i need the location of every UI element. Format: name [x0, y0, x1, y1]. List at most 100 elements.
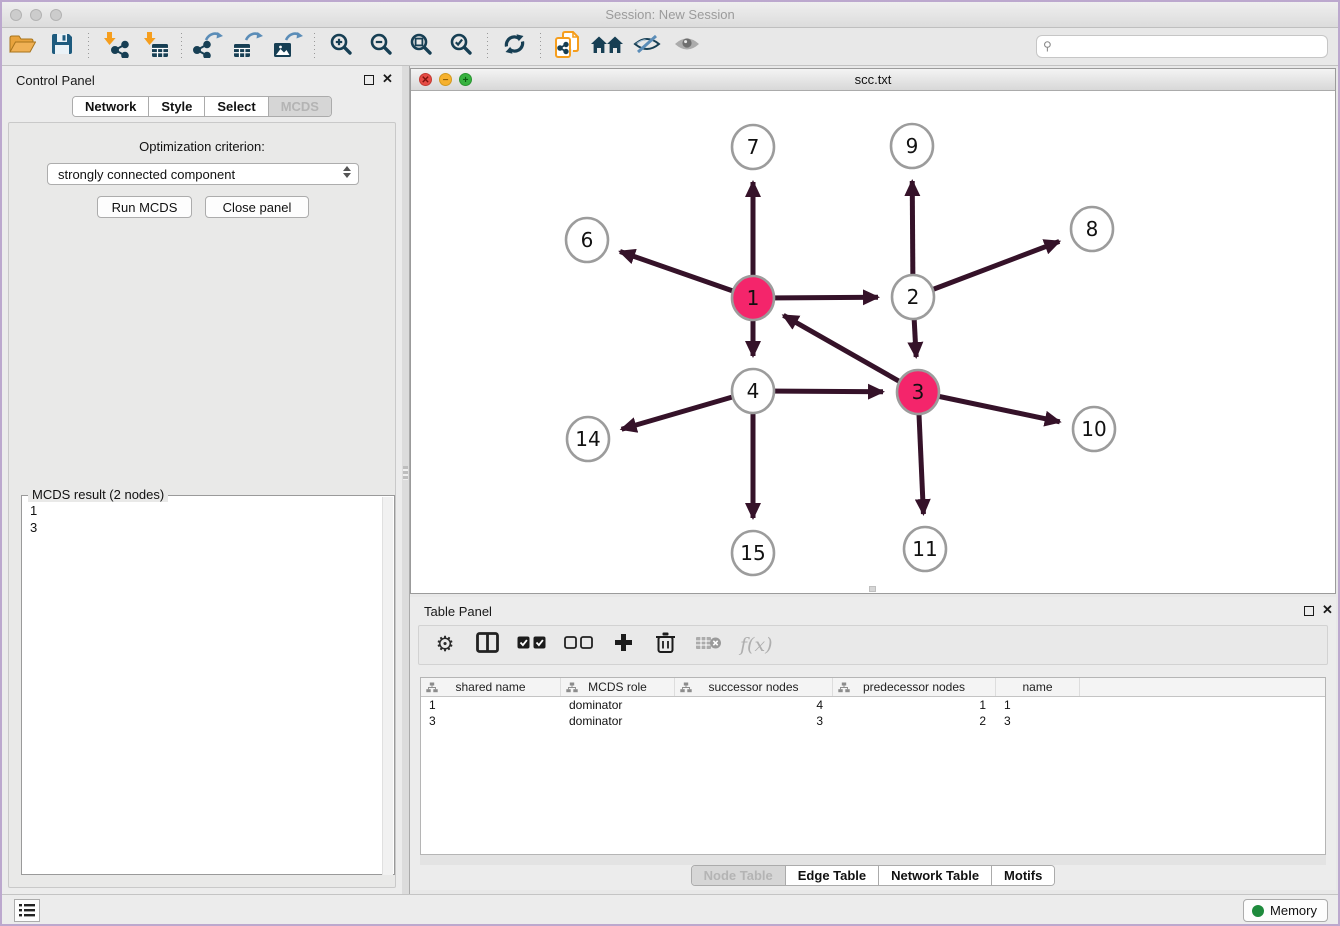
zoom-selected-button[interactable] — [441, 31, 481, 63]
close-table-panel-icon[interactable]: ✕ — [1322, 602, 1333, 618]
export-table-button[interactable] — [228, 31, 268, 63]
export-table-icon — [233, 31, 264, 63]
graph-node-1[interactable]: 1 — [732, 276, 774, 320]
table-row[interactable]: 3dominator323 — [421, 713, 1325, 729]
run-mcds-button[interactable]: Run MCDS — [97, 196, 192, 218]
save-session-icon — [50, 32, 74, 61]
close-panel-button[interactable]: Close panel — [205, 196, 309, 218]
home-button[interactable] — [587, 31, 627, 63]
table-row[interactable]: 1dominator411 — [421, 697, 1325, 713]
graph-node-11[interactable]: 11 — [904, 527, 946, 571]
table-cell[interactable]: 1 — [996, 697, 1080, 713]
tab-select[interactable]: Select — [205, 97, 268, 116]
table-horizontal-scrollbar[interactable] — [420, 855, 1326, 865]
search-input[interactable] — [1036, 35, 1328, 58]
zoom-out-button[interactable] — [361, 31, 401, 63]
task-history-button[interactable] — [14, 899, 40, 922]
show-all-icon — [673, 35, 701, 58]
zoom-fit-button[interactable] — [401, 31, 441, 63]
refresh-button[interactable] — [494, 31, 534, 63]
close-panel-icon[interactable]: ✕ — [382, 71, 393, 87]
import-network-button[interactable] — [95, 31, 135, 63]
table-cell[interactable]: 4 — [675, 697, 833, 713]
svg-text:10: 10 — [1081, 417, 1106, 441]
toolbar-separator — [88, 33, 89, 61]
table-cell[interactable]: 1 — [833, 697, 996, 713]
export-network-button[interactable] — [188, 31, 228, 63]
tab-network-table[interactable]: Network Table — [879, 866, 992, 885]
graph-node-3[interactable]: 3 — [897, 370, 939, 414]
criterion-dropdown[interactable]: strongly connected component — [47, 163, 359, 185]
graph-node-4[interactable]: 4 — [732, 369, 774, 413]
splitter-grip[interactable] — [403, 466, 408, 480]
hide-selected-button[interactable] — [627, 31, 667, 63]
mcds-panel: Optimization criterion: strongly connect… — [8, 122, 396, 888]
float-panel-icon[interactable] — [364, 75, 374, 85]
memory-button[interactable]: Memory — [1243, 899, 1328, 922]
svg-text:14: 14 — [575, 427, 600, 451]
deselect-all-button[interactable] — [564, 636, 593, 654]
table-cell[interactable]: 1 — [421, 697, 561, 713]
graph-node-9[interactable]: 9 — [891, 124, 933, 168]
table-cell[interactable]: 2 — [833, 713, 996, 729]
column-header-name[interactable]: name — [996, 678, 1080, 696]
tab-network[interactable]: Network — [73, 97, 149, 116]
clone-network-button[interactable] — [547, 31, 587, 63]
graph-node-14[interactable]: 14 — [567, 417, 609, 461]
network-titlebar[interactable]: ✕ − + scc.txt — [411, 69, 1335, 91]
add-column-button[interactable] — [611, 633, 635, 657]
svg-text:4: 4 — [747, 379, 760, 403]
graph-edge-2-8[interactable] — [913, 241, 1059, 297]
svg-text:8: 8 — [1086, 217, 1099, 241]
float-table-panel-icon[interactable] — [1304, 606, 1314, 616]
tab-bar: Node TableEdge TableNetwork TableMotifs — [691, 865, 1056, 886]
table-cell[interactable]: 3 — [421, 713, 561, 729]
table-cell[interactable]: dominator — [561, 713, 675, 729]
open-file-button[interactable] — [2, 31, 42, 63]
panel-splitter[interactable] — [402, 66, 410, 894]
tab-node-table[interactable]: Node Table — [692, 866, 786, 885]
graph-node-15[interactable]: 15 — [732, 531, 774, 575]
table-cell[interactable]: 3 — [675, 713, 833, 729]
network-window: ✕ − + scc.txt 7 9 6 8 1 2 4 3 14 10 15 11 — [410, 68, 1336, 594]
graph-node-2[interactable]: 2 — [892, 275, 934, 319]
split-columns-icon — [476, 632, 499, 658]
import-table-icon — [141, 31, 169, 63]
export-image-button[interactable] — [268, 31, 308, 63]
export-network-icon — [193, 31, 224, 63]
memory-status-icon — [1252, 905, 1264, 917]
graph-node-6[interactable]: 6 — [566, 218, 608, 262]
column-header-shared-name[interactable]: shared name — [421, 678, 561, 696]
delete-column-button[interactable] — [653, 631, 677, 659]
save-session-button[interactable] — [42, 31, 82, 63]
tab-style[interactable]: Style — [149, 97, 205, 116]
result-scrollbar[interactable] — [382, 497, 393, 875]
network-canvas[interactable]: 7 9 6 8 1 2 4 3 14 10 15 11 — [411, 91, 1335, 593]
graph-node-10[interactable]: 10 — [1073, 407, 1115, 451]
zoom-in-button[interactable] — [321, 31, 361, 63]
split-columns-button[interactable] — [475, 632, 499, 658]
export-image-icon — [273, 31, 304, 63]
search-wrap: ⚲ — [1036, 35, 1328, 58]
svg-text:7: 7 — [747, 135, 760, 159]
gear-button[interactable]: ⚙ — [433, 635, 457, 656]
import-table-button[interactable] — [135, 31, 175, 63]
tab-edge-table[interactable]: Edge Table — [786, 866, 879, 885]
tab-mcds[interactable]: MCDS — [269, 97, 331, 116]
graph-node-8[interactable]: 8 — [1071, 207, 1113, 251]
column-header-MCDS-role[interactable]: MCDS role — [561, 678, 675, 696]
column-header-predecessor-nodes[interactable]: predecessor nodes — [833, 678, 996, 696]
table-cell[interactable]: 3 — [996, 713, 1080, 729]
canvas-grip[interactable] — [869, 586, 876, 592]
table-cell[interactable]: dominator — [561, 697, 675, 713]
graph-edge-3-1[interactable] — [783, 315, 918, 392]
window-titlebar: Session: New Session — [2, 2, 1338, 28]
tab-motifs[interactable]: Motifs — [992, 866, 1054, 885]
show-all-button[interactable] — [667, 31, 707, 63]
graph-node-7[interactable]: 7 — [732, 125, 774, 169]
column-header-successor-nodes[interactable]: successor nodes — [675, 678, 833, 696]
optimization-label: Optimization criterion: — [9, 139, 395, 154]
function-builder-button: f(x) — [740, 634, 773, 656]
control-panel-header: Control Panel ✕ — [2, 66, 402, 94]
select-all-button[interactable] — [517, 636, 546, 654]
